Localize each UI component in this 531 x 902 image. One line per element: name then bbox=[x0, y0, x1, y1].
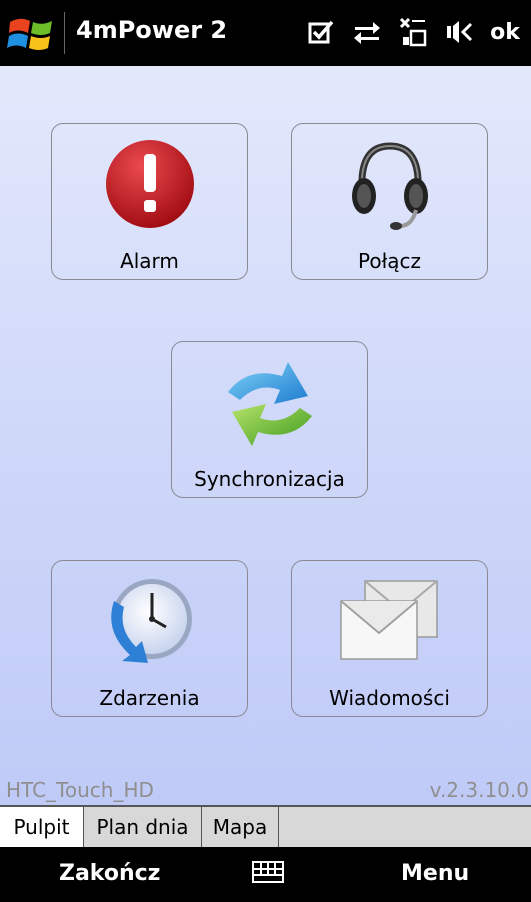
tab-pulpit[interactable]: Pulpit bbox=[0, 807, 84, 847]
clock-icon bbox=[110, 579, 192, 663]
alarm-label: Alarm bbox=[120, 249, 179, 273]
alarm-tile[interactable]: Alarm bbox=[51, 123, 248, 280]
tab-strip: Pulpit Plan dnia Mapa bbox=[0, 805, 531, 847]
mail-icon bbox=[339, 580, 438, 660]
dashboard: Alarm Połącz Synchronizacja Zdarzenia Wi… bbox=[0, 66, 531, 805]
connectivity-icon[interactable] bbox=[351, 14, 383, 50]
connect-tile[interactable]: Połącz bbox=[291, 123, 488, 280]
sync-tile[interactable]: Synchronizacja bbox=[171, 341, 368, 498]
ok-button[interactable]: ok bbox=[489, 14, 521, 50]
title-separator bbox=[64, 12, 65, 54]
alarm-icon bbox=[105, 140, 194, 228]
events-label: Zdarzenia bbox=[99, 686, 200, 710]
status-icons: ok bbox=[305, 14, 521, 50]
softkey-bar: Zakończ Menu bbox=[0, 847, 531, 902]
tab-mapa[interactable]: Mapa bbox=[202, 807, 279, 847]
sync-label: Synchronizacja bbox=[194, 467, 345, 491]
volume-icon[interactable] bbox=[443, 14, 475, 50]
events-tile[interactable]: Zdarzenia bbox=[51, 560, 248, 717]
app-title: 4mPower 2 bbox=[76, 16, 228, 44]
messages-label: Wiadomości bbox=[329, 686, 450, 710]
windows-start-icon[interactable] bbox=[6, 12, 58, 56]
device-name: HTC_Touch_HD bbox=[6, 778, 154, 802]
tab-plan-dnia[interactable]: Plan dnia bbox=[84, 807, 202, 847]
version-label: v.2.3.10.0 bbox=[429, 778, 529, 802]
title-bar: 4mPower 2 ok bbox=[0, 0, 531, 66]
tasks-check-icon[interactable] bbox=[305, 14, 337, 50]
keyboard-icon[interactable] bbox=[252, 861, 284, 883]
messages-tile[interactable]: Wiadomości bbox=[291, 560, 488, 717]
menu-softkey[interactable]: Menu bbox=[401, 861, 469, 886]
no-signal-icon[interactable] bbox=[397, 14, 429, 50]
headset-icon bbox=[351, 142, 428, 230]
connect-label: Połącz bbox=[357, 249, 422, 273]
sync-icon bbox=[227, 362, 312, 446]
exit-softkey[interactable]: Zakończ bbox=[59, 861, 160, 886]
